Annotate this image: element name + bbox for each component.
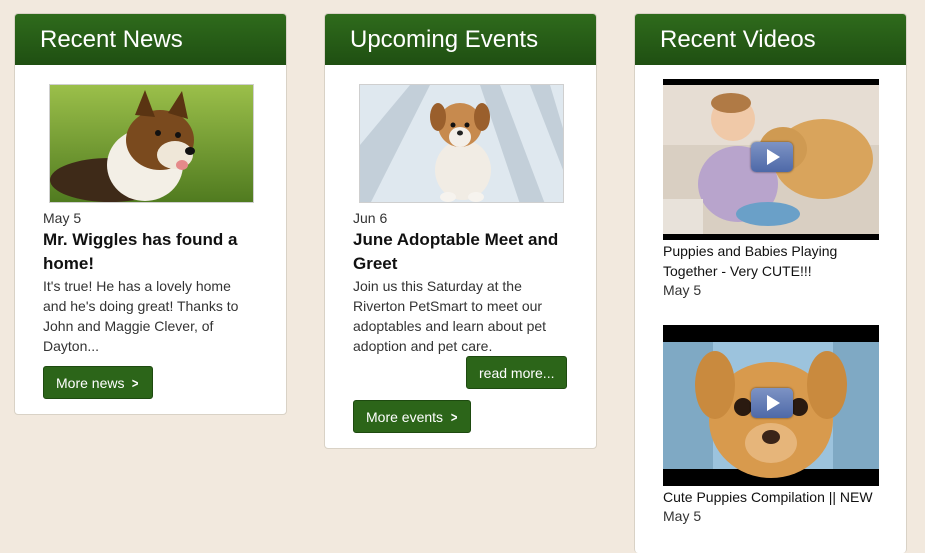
video-thumbnail-1[interactable] <box>663 79 879 240</box>
video-thumbnail-2[interactable] <box>663 325 879 486</box>
play-icon[interactable] <box>751 142 793 172</box>
recent-videos-header: Recent Videos <box>635 14 906 65</box>
more-news-label: More news <box>56 375 125 391</box>
puppy-image <box>359 84 564 203</box>
play-icon[interactable] <box>751 388 793 418</box>
chevron-right-icon: > <box>450 409 458 425</box>
chevron-right-icon: > <box>132 375 139 391</box>
video-date-2: May 5 <box>663 508 702 524</box>
collie-dog-image <box>49 84 254 203</box>
video-date-1: May 5 <box>663 282 702 298</box>
upcoming-events-panel: Upcoming Events Jun 6 June Adoptable Mee… <box>324 13 597 449</box>
more-events-button[interactable]: More events > <box>353 400 472 433</box>
upcoming-events-header: Upcoming Events <box>325 14 596 65</box>
read-more-button[interactable]: read more... <box>466 356 568 389</box>
more-news-button[interactable]: More news > <box>43 366 153 399</box>
news-date: May 5 <box>43 210 82 226</box>
event-date: Jun 6 <box>353 210 388 226</box>
recent-news-header: Recent News <box>15 14 286 65</box>
more-events-label: More events <box>366 409 444 425</box>
recent-videos-panel: Recent Videos Puppies and Babies Playing… <box>634 13 907 553</box>
video-caption-2[interactable]: Cute Puppies Compilation || NEW <box>663 487 885 507</box>
event-body: Join us this Saturday at the Riverton Pe… <box>353 278 547 354</box>
event-title[interactable]: June Adoptable Meet and Greet <box>353 228 568 276</box>
news-body: It's true! He has a lovely home and he's… <box>43 278 239 354</box>
video-caption-1[interactable]: Puppies and Babies Playing Together - Ve… <box>663 241 885 281</box>
news-title[interactable]: Mr. Wiggles has found a home! <box>43 228 258 276</box>
recent-news-panel: Recent News May 5 Mr. Wiggles has found … <box>14 13 287 415</box>
